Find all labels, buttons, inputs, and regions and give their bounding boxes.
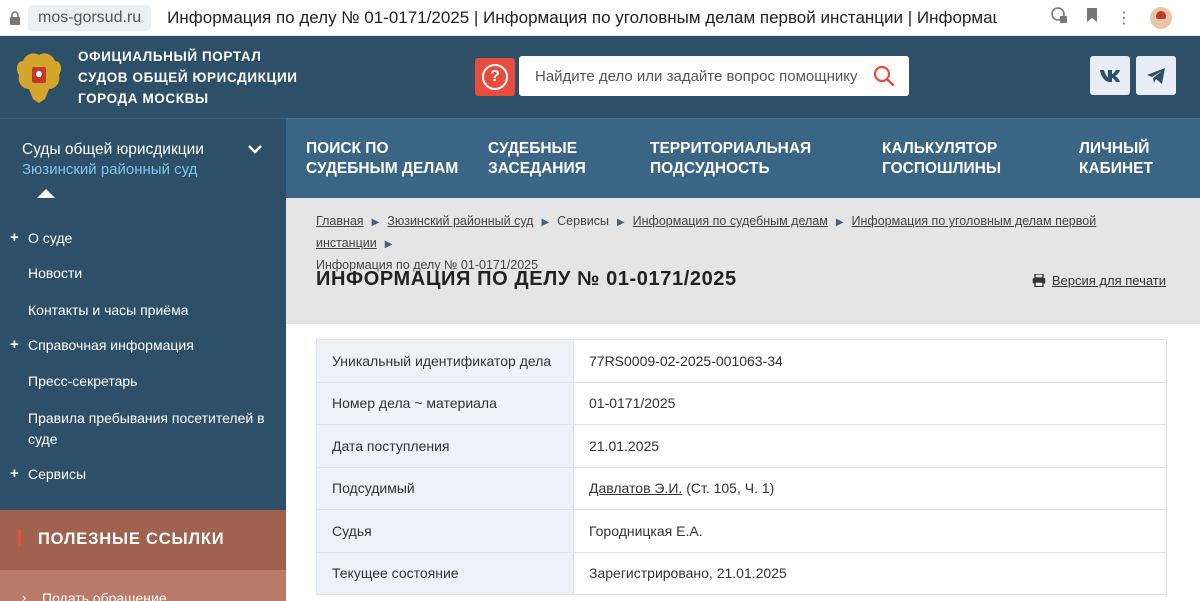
case-info-key: Номер дела ~ материала <box>316 381 574 425</box>
breadcrumb-link[interactable]: Главная <box>316 214 364 228</box>
table-row: Судья Городницкая Е.А. <box>316 509 1167 553</box>
breadcrumb-text: Сервисы <box>557 214 609 228</box>
menu-label: ПОДСУДНОСТЬ <box>650 160 770 177</box>
question-icon: ? <box>482 64 508 90</box>
menu-label: КАЛЬКУЛЯТОР <box>882 140 998 157</box>
sidebar-item-contacts[interactable]: Контакты и часы приёма <box>28 300 189 321</box>
defendant-article: (Ст. 105, Ч. 1) <box>682 480 775 497</box>
portal-title[interactable]: ОФИЦИАЛЬНЫЙ ПОРТАЛ СУДОВ ОБЩЕЙ ЮРИСДИКЦИ… <box>78 46 298 109</box>
menu-hearings[interactable]: СУДЕБНЫЕ ЗАСЕДАНИЯ <box>488 139 586 179</box>
case-info-table: Уникальный идентификатор дела 77RS0009-0… <box>316 339 1167 595</box>
breadcrumb-link[interactable]: Зюзинский районный суд <box>387 214 533 228</box>
case-info-value: 01-0171/2025 <box>573 381 1167 425</box>
telegram-icon[interactable] <box>1136 56 1176 95</box>
sidebar-item-press[interactable]: Пресс-секретарь <box>28 371 137 392</box>
breadcrumb-separator-icon: ▶ <box>541 217 550 228</box>
defendant-link[interactable]: Давлатов Э.И. <box>589 480 682 496</box>
search-icon[interactable] <box>871 63 897 89</box>
address-bar[interactable]: mos-gorsud.ru <box>28 4 152 31</box>
page-title: ИНФОРМАЦИЯ ПО ДЕЛУ № 01-0171/2025 <box>316 268 737 290</box>
case-info-value: Городницкая Е.А. <box>573 509 1167 553</box>
sidebar: + О суде Новости Контакты и часы приёма … <box>0 198 286 601</box>
help-assistant-button[interactable]: ? <box>475 58 515 96</box>
breadcrumb-separator-icon: ▶ <box>384 239 393 250</box>
menu-label: СУДЕБНЫМ ДЕЛАМ <box>306 160 459 177</box>
portal-title-line: ОФИЦИАЛЬНЫЙ ПОРТАЛ <box>78 48 262 64</box>
sidebar-item-reference[interactable]: Справочная информация <box>28 335 194 356</box>
main-navigation: Суды общей юрисдикции Зюзинский районный… <box>0 118 1200 199</box>
breadcrumb-separator-icon: ▶ <box>835 217 844 228</box>
case-info-key: Уникальный идентификатор дела <box>316 339 574 383</box>
page-tab-title: Информация по делу № 01-0171/2025 | Инфо… <box>167 7 998 27</box>
useful-links-title: ПОЛЕЗНЫЕ ССЫЛКИ <box>38 530 225 548</box>
menu-label: ГОСПОШЛИНЫ <box>882 160 1001 177</box>
menu-jurisdiction[interactable]: ТЕРРИТОРИАЛЬНАЯ ПОДСУДНОСТЬ <box>650 139 811 179</box>
breadcrumb: Главная ▶ Зюзинский районный суд ▶ Сервисы ▶ И… <box>316 211 1176 275</box>
case-info-key: Судья <box>316 509 574 553</box>
print-version-link[interactable]: Версия для печати <box>1032 273 1166 288</box>
expand-plus-icon[interactable]: + <box>10 465 19 482</box>
more-menu-icon[interactable]: ⋮ <box>1116 8 1132 28</box>
main-content: Главная ▶ Зюзинский районный суд ▶ Сервисы ▶ И… <box>286 198 1200 601</box>
lock-icon[interactable] <box>4 10 26 25</box>
menu-case-search[interactable]: ПОИСК ПО СУДЕБНЫМ ДЕЛАМ <box>306 139 458 179</box>
useful-links-header: ПОЛЕЗНЫЕ ССЫЛКИ <box>0 510 286 570</box>
site-header: ОФИЦИАЛЬНЫЙ ПОРТАЛ СУДОВ ОБЩЕЙ ЮРИСДИКЦИ… <box>0 36 1200 118</box>
useful-link-submit-appeal[interactable]: Подать обращение <box>42 590 167 601</box>
case-info-key: Текущее состояние <box>316 551 574 595</box>
menu-fee-calculator[interactable]: КАЛЬКУЛЯТОР ГОСПОШЛИНЫ <box>882 139 1001 179</box>
table-row: Дата поступления 21.01.2025 <box>316 424 1167 468</box>
table-row: Уникальный идентификатор дела 77RS0009-0… <box>316 339 1167 383</box>
vk-icon[interactable] <box>1090 56 1130 95</box>
sidebar-item-services[interactable]: Сервисы <box>28 464 86 485</box>
useful-links-list: › Подать обращение <box>0 570 286 601</box>
menu-label: ТЕРРИТОРИАЛЬНАЯ <box>650 140 812 157</box>
case-info-value: Зарегистрировано, 21.01.2025 <box>573 551 1167 595</box>
breadcrumb-separator-icon: ▶ <box>616 217 625 228</box>
sidebar-item-about[interactable]: О суде <box>28 228 72 249</box>
portal-title-line: ГОРОДА МОСКВЫ <box>78 90 209 106</box>
search-input[interactable] <box>519 67 859 85</box>
tracking-shield-icon[interactable] <box>1050 6 1068 29</box>
printer-icon <box>1032 274 1046 287</box>
current-court: Зюзинский районный суд <box>22 161 198 178</box>
sidebar-item-news[interactable]: Новости <box>28 263 82 284</box>
menu-label: ПОИСК ПО <box>306 140 389 157</box>
breadcrumb-link[interactable]: Информация по судебным делам <box>633 214 828 228</box>
table-row: Текущее состояние Зарегистрировано, 21.0… <box>316 551 1167 595</box>
bookmark-icon[interactable] <box>1086 7 1098 28</box>
search-bar <box>519 56 909 96</box>
case-info-value: 77RS0009-02-2025-001063-34 <box>573 339 1167 383</box>
chevron-down-icon[interactable] <box>248 141 262 159</box>
case-info-value: 21.01.2025 <box>573 424 1167 468</box>
profile-avatar[interactable] <box>1150 6 1172 29</box>
sidebar-item-rules[interactable]: Правила пребывания посетителей в суде <box>28 408 268 450</box>
menu-label: ЛИЧНЫЙ <box>1079 140 1150 157</box>
print-version-label: Версия для печати <box>1051 273 1166 288</box>
menu-label: ЗАСЕДАНИЯ <box>488 160 586 177</box>
menu-label: КАБИНЕТ <box>1079 160 1153 177</box>
portal-title-line: СУДОВ ОБЩЕЙ ЮРИСДИКЦИИ <box>78 69 298 85</box>
coat-of-arms-icon[interactable] <box>12 48 66 106</box>
case-info-key: Дата поступления <box>316 424 574 468</box>
browser-toolbar: mos-gorsud.ru Информация по делу № 01-01… <box>0 0 1200 36</box>
court-selector-label: Суды общей юрисдикции <box>22 141 204 158</box>
chevron-right-icon: › <box>22 590 27 601</box>
expand-plus-icon[interactable]: + <box>10 336 19 353</box>
court-selector[interactable]: Суды общей юрисдикции Зюзинский районный… <box>0 118 286 199</box>
case-info-key: Подсудимый <box>316 466 574 510</box>
menu-personal-account[interactable]: ЛИЧНЫЙ КАБИНЕТ <box>1079 139 1153 179</box>
table-row: Номер дела ~ материала 01-0171/2025 <box>316 381 1167 425</box>
case-info-value: Давлатов Э.И. (Ст. 105, Ч. 1) <box>573 466 1167 510</box>
table-row: Подсудимый Давлатов Э.И. (Ст. 105, Ч. 1) <box>316 466 1167 510</box>
breadcrumb-separator-icon: ▶ <box>371 217 380 228</box>
menu-label: СУДЕБНЫЕ <box>488 140 578 157</box>
expand-plus-icon[interactable]: + <box>10 229 19 246</box>
accent-bar <box>18 529 21 547</box>
